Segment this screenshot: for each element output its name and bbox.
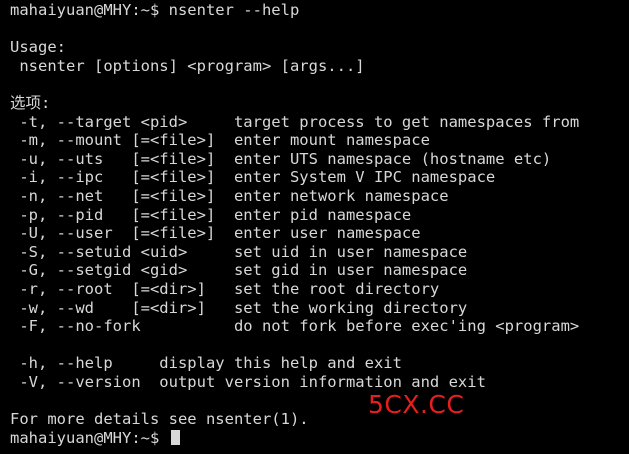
terminal-line-option-version: -V, --version output version information… [10,372,486,391]
terminal-line-option-setgid: -G, --setgid <gid> set gid in user names… [10,261,468,280]
terminal-prompt: mahaiyuan@MHY:~$ [10,428,169,447]
terminal-line-option-wd: -w, --wd [=<dir>] set the working direct… [10,298,468,317]
terminal-line-option-no-fork: -F, --no-fork do not fork before exec'in… [10,317,580,336]
terminal-line-option-ipc: -i, --ipc [=<file>] enter System V IPC n… [10,168,496,187]
terminal-line-more-details: For more details see nsenter(1). [10,410,309,429]
terminal-line-option-mount: -m, --mount [=<file>] enter mount namesp… [10,131,430,150]
watermark-text: 5CX.CC [368,390,465,419]
terminal-line-option-help: -h, --help display this help and exit [10,354,402,373]
terminal-line-option-uts: -u, --uts [=<file>] enter UTS namespace … [10,149,552,168]
terminal-line-option-net: -n, --net [=<file>] enter network namesp… [10,186,449,205]
terminal-line-option-pid: -p, --pid [=<file>] enter pid namespace [10,205,412,224]
terminal-window[interactable]: mahaiyuan@MHY:~$ nsenter --help Usage: n… [0,0,629,454]
terminal-prompt-line[interactable]: mahaiyuan@MHY:~$ [10,429,629,448]
terminal-line-option-target: -t, --target <pid> target process to get… [10,112,580,131]
terminal-line-option-user: -U, --user [=<file>] enter user namespac… [10,224,421,243]
terminal-line-option-setuid: -S, --setuid <uid> set uid in user names… [10,242,468,261]
terminal-line-option-root: -r, --root [=<dir>] set the root directo… [10,279,440,298]
text-cursor [170,429,180,445]
terminal-line-usage-syntax: nsenter [options] <program> [args...] [10,56,365,75]
terminal-line-usage-heading: Usage: [10,38,66,57]
terminal-line-command: mahaiyuan@MHY:~$ nsenter --help [10,1,300,19]
terminal-line-options-heading: 选项: [10,93,51,112]
